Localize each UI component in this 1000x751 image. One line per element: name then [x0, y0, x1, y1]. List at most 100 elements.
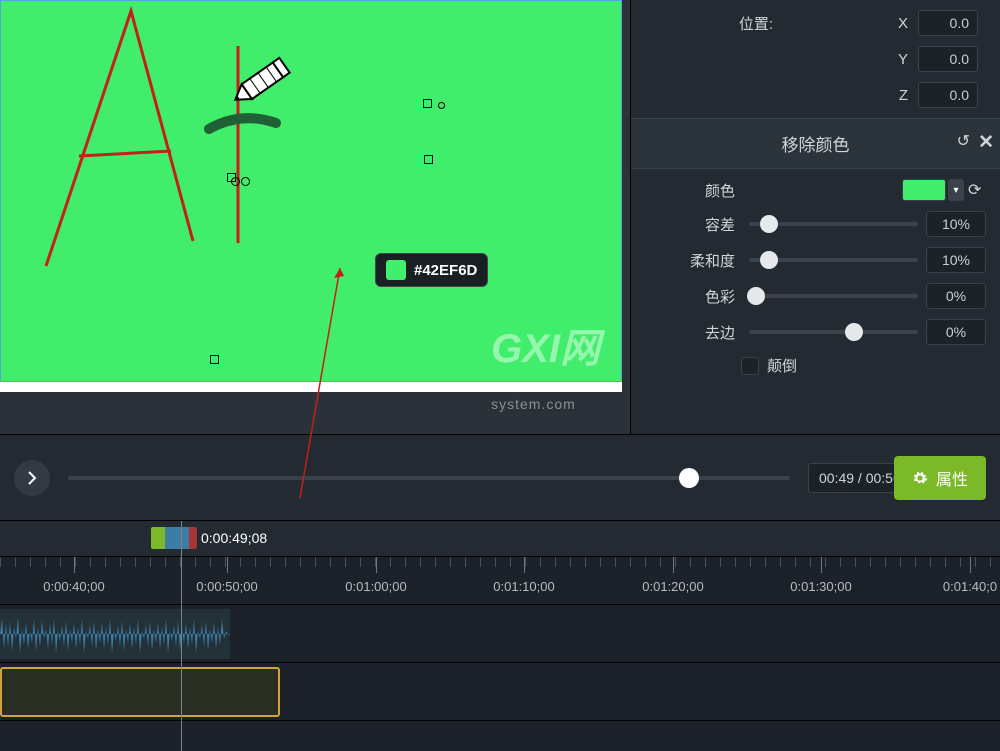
- position-row-z: Z 0.0: [643, 82, 992, 108]
- playhead-time: 0:00:49;08: [201, 530, 267, 546]
- play-button[interactable]: [14, 460, 50, 496]
- color-row: 颜色 ▾ ⟳: [643, 179, 992, 201]
- slider-knob[interactable]: [760, 215, 778, 233]
- selection-handle[interactable]: [210, 355, 219, 364]
- rotation-handle[interactable]: [241, 177, 250, 186]
- preview-canvas-wrap: #42EF6D GXI网 system.com: [0, 0, 630, 434]
- ruler-tick: [376, 557, 377, 573]
- slider-value[interactable]: 0%: [926, 283, 986, 309]
- invert-label: 颠倒: [767, 355, 797, 376]
- position-row-y: Y 0.0: [643, 46, 992, 72]
- color-picker[interactable]: [902, 179, 946, 201]
- playhead-marker-icon: [151, 527, 193, 549]
- slider-track[interactable]: [749, 330, 918, 334]
- slider-value[interactable]: 10%: [926, 247, 986, 273]
- section-title: 移除颜色: [782, 136, 850, 155]
- ruler-tick: [585, 557, 586, 567]
- color-hex-label: #42EF6D: [414, 262, 477, 279]
- ruler-tick: [885, 557, 886, 567]
- selection-handle[interactable]: [423, 99, 432, 108]
- video-clip[interactable]: [0, 667, 280, 717]
- gear-icon: [912, 470, 928, 486]
- timeline: 0:00:49;08 0:00:40;00 0:00:50;00 0:01:00;0…: [0, 520, 1000, 751]
- ruler-tick: [45, 557, 46, 567]
- ruler-tick: [165, 557, 166, 567]
- ruler-tick: [795, 557, 796, 567]
- reset-icon[interactable]: ↺: [957, 131, 970, 151]
- properties-panel: 位置: X 0.0 Y 0.0 Z 0.0 移除颜色 ↺ ✕ 颜色 ▾ ⟳: [630, 0, 1000, 434]
- ruler-tick: [225, 557, 226, 567]
- rotation-handle[interactable]: [231, 177, 240, 186]
- playback-bar: 00:49 / 00:56 60fps 属性: [0, 434, 1000, 520]
- slider-track[interactable]: [749, 222, 918, 226]
- slider-knob[interactable]: [760, 251, 778, 269]
- ruler-tick: [480, 557, 481, 567]
- ruler-label: 0:01:20;00: [642, 579, 703, 594]
- ruler-tick: [135, 557, 136, 567]
- axis-y-label: Y: [773, 51, 918, 68]
- ruler-tick: [390, 557, 391, 567]
- slider-label: 去边: [643, 322, 735, 343]
- ruler-tick: [360, 557, 361, 567]
- ruler-tick: [227, 557, 228, 573]
- close-icon[interactable]: ✕: [978, 131, 994, 154]
- ruler-tick: [210, 557, 211, 567]
- properties-button[interactable]: 属性: [894, 456, 986, 500]
- video-track[interactable]: [0, 663, 1000, 721]
- audio-clip[interactable]: [0, 609, 230, 659]
- ruler-tick: [900, 557, 901, 567]
- color-dropdown-icon[interactable]: ▾: [948, 179, 964, 201]
- ruler-label: 0:00:50;00: [196, 579, 257, 594]
- playback-slider[interactable]: [68, 476, 790, 480]
- playback-knob[interactable]: [679, 468, 699, 488]
- ruler-tick: [524, 557, 525, 573]
- rotation-handle[interactable]: [438, 102, 445, 109]
- slider-track[interactable]: [749, 258, 918, 262]
- ruler-tick: [330, 557, 331, 567]
- playhead-bar[interactable]: 0:00:49;08: [0, 521, 1000, 557]
- invert-checkbox[interactable]: [741, 357, 759, 375]
- ruler-tick: [525, 557, 526, 567]
- selection-handle[interactable]: [424, 155, 433, 164]
- slider-track[interactable]: [749, 294, 918, 298]
- ruler-tick: [705, 557, 706, 567]
- position-y-input[interactable]: 0.0: [918, 46, 978, 72]
- slider-value[interactable]: 10%: [926, 211, 986, 237]
- slider-row: 去边 0%: [643, 319, 992, 345]
- playhead-flag[interactable]: 0:00:49;08: [151, 527, 267, 549]
- ruler-tick: [450, 557, 451, 567]
- ruler-label: 0:00:40;00: [43, 579, 104, 594]
- section-remove-color: 移除颜色 ↺ ✕: [631, 118, 1000, 169]
- ruler-tick: [120, 557, 121, 567]
- slider-knob[interactable]: [747, 287, 765, 305]
- slider-label: 色彩: [643, 286, 735, 307]
- ruler-tick: [30, 557, 31, 567]
- ruler-tick: [810, 557, 811, 567]
- ruler-tick: [630, 557, 631, 567]
- ruler-tick: [270, 557, 271, 567]
- ruler-tick: [90, 557, 91, 567]
- slider-label: 柔和度: [643, 250, 735, 271]
- position-z-input[interactable]: 0.0: [918, 82, 978, 108]
- slider-value[interactable]: 0%: [926, 319, 986, 345]
- axis-z-label: Z: [773, 87, 918, 104]
- playhead-line: [181, 521, 182, 751]
- ruler-tick: [750, 557, 751, 567]
- slider-knob[interactable]: [845, 323, 863, 341]
- position-x-input[interactable]: 0.0: [918, 10, 978, 36]
- ruler-tick: [765, 557, 766, 567]
- refresh-icon[interactable]: ⟳: [968, 180, 986, 200]
- ruler-tick: [150, 557, 151, 567]
- axis-x-label: X: [773, 15, 918, 32]
- ruler-tick: [510, 557, 511, 567]
- audio-track[interactable]: [0, 605, 1000, 663]
- ruler-tick: [555, 557, 556, 567]
- ruler-tick: [780, 557, 781, 567]
- ruler-tick: [990, 557, 991, 567]
- ruler-tick: [420, 557, 421, 567]
- ruler-label: 0:01:00;00: [345, 579, 406, 594]
- time-ruler[interactable]: 0:00:40;000:00:50;000:01:00;000:01:10;00…: [0, 557, 1000, 605]
- chevron-right-icon: [24, 470, 40, 486]
- ruler-tick: [105, 557, 106, 567]
- ruler-tick: [645, 557, 646, 567]
